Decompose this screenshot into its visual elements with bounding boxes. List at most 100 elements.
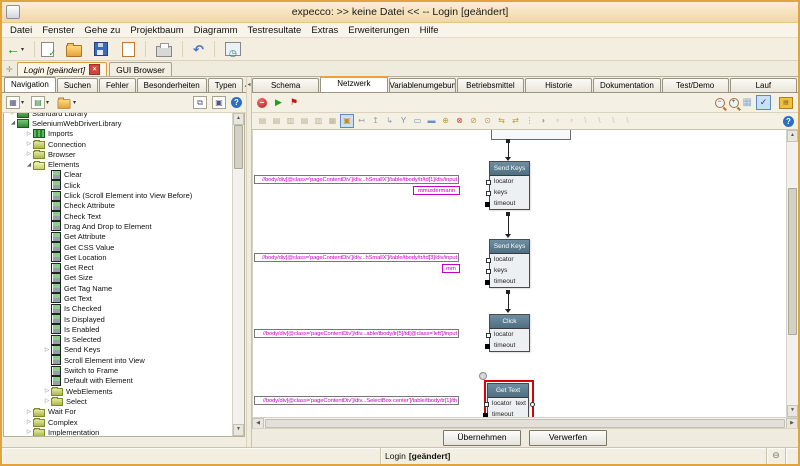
diagram-tool-icon[interactable]: ⊕	[439, 115, 452, 127]
expand-arrow-icon[interactable]: ◢	[9, 120, 17, 126]
tree-item[interactable]: Scroll Element into View	[4, 355, 233, 365]
pin-keys[interactable]: keys	[490, 265, 529, 276]
gear-dot-icon[interactable]	[479, 372, 487, 380]
tree-item[interactable]: ▷ WebElements	[4, 386, 233, 396]
diagram-tool-icon[interactable]: ⊙	[481, 115, 494, 127]
print-button[interactable]	[156, 42, 172, 57]
expand-arrow-icon[interactable]: ▷	[43, 398, 51, 404]
scroll-left-icon[interactable]: ◀	[252, 418, 264, 429]
right-panel-tab[interactable]: Historie	[525, 78, 592, 92]
tree-item[interactable]: Check Attribute	[4, 201, 233, 211]
tree-scrollbar[interactable]: ▲ ▼	[232, 113, 244, 436]
scrollbar-thumb[interactable]	[788, 188, 797, 335]
scroll-up-icon[interactable]: ▲	[233, 113, 244, 125]
expand-arrow-icon[interactable]: ▷	[25, 429, 33, 435]
right-panel-tab[interactable]: Lauf	[730, 78, 797, 92]
tree-item[interactable]: ▷ Select	[4, 396, 233, 406]
tree-item[interactable]: Is Selected	[4, 335, 233, 345]
diagram-tool-icon[interactable]: ▬	[425, 115, 438, 127]
panel-layout-icon[interactable]: ▣	[212, 96, 226, 109]
expand-arrow-icon[interactable]: ▷	[25, 141, 33, 147]
tree-item[interactable]: Is Displayed	[4, 314, 233, 324]
tree-item[interactable]: Click (Scroll Element into View Before)	[4, 190, 233, 200]
left-panel-tab[interactable]: Navigation	[4, 77, 56, 92]
menu-item[interactable]: Diagramm	[189, 25, 243, 36]
value-label-xpath[interactable]: //body/div[@class='pageContentDiv']/div.…	[254, 253, 459, 262]
title-bar[interactable]: expecco: >> keine Datei << -- Login [geä…	[2, 2, 798, 23]
expand-arrow-icon[interactable]: ▷	[43, 388, 51, 394]
expand-arrow-icon[interactable]: ◢	[25, 162, 33, 168]
snap-toggle[interactable]: ✓	[756, 95, 771, 110]
diagram-tool-icon[interactable]: ▣	[340, 114, 354, 128]
pin-locator[interactable]: locator	[490, 176, 529, 187]
right-panel-tab[interactable]: Netzwerk	[320, 76, 387, 92]
accept-document-button[interactable]: ✓	[41, 42, 54, 57]
left-panel-tab[interactable]: Typen	[208, 78, 244, 92]
scrollbar-thumb[interactable]	[265, 419, 785, 428]
expand-arrow-icon[interactable]: ▷	[43, 347, 51, 353]
tree-item[interactable]: Get Text	[4, 293, 233, 303]
help-icon[interactable]: ?	[231, 97, 242, 108]
right-panel-tab[interactable]: Variablenumgebung	[389, 78, 456, 92]
scroll-down-icon[interactable]: ▼	[787, 405, 798, 417]
pin-timeout[interactable]: timeout	[490, 198, 529, 209]
flag-icon[interactable]: ⚑	[290, 97, 298, 108]
note-icon[interactable]: ▤	[779, 97, 793, 109]
expand-arrow-icon[interactable]: ▷	[25, 131, 33, 137]
diagram-canvas[interactable]: Send Keys locator keys timeout //body/di…	[252, 130, 786, 417]
discard-button[interactable]: Verwerfen	[529, 430, 607, 446]
tab-gui-browser[interactable]: GUI Browser	[109, 62, 172, 76]
pin-locator[interactable]: locator	[490, 254, 529, 265]
tree-item[interactable]: Get Size	[4, 273, 233, 283]
canvas-vscrollbar[interactable]: ▲ ▼	[786, 130, 798, 417]
pin-timeout[interactable]: timeout	[490, 276, 529, 287]
back-button[interactable]: ← ▾	[6, 42, 24, 56]
menu-item[interactable]: Projektbaum	[125, 25, 188, 36]
expand-arrow-icon[interactable]: ▷	[25, 151, 33, 157]
zoom-out-icon[interactable]: −	[715, 98, 725, 108]
diagram-tool-icon[interactable]: ▦	[326, 115, 339, 127]
left-panel-tab[interactable]: Fehler	[99, 78, 136, 92]
menu-item[interactable]: Fenster	[37, 25, 79, 36]
list-view-dropdown[interactable]: ▤ ▾	[31, 96, 49, 109]
pin-locator[interactable]: locator	[490, 329, 529, 340]
tree-item[interactable]: ▷ Connection	[4, 139, 233, 149]
expand-arrow-icon[interactable]: ▷	[9, 113, 17, 116]
scrollbar-thumb[interactable]	[234, 125, 243, 169]
diagram-tool-icon[interactable]: ↤	[355, 115, 368, 127]
diagram-tool-icon[interactable]: \	[579, 115, 592, 127]
tree-item[interactable]: ▷ Imports	[4, 129, 233, 139]
tree-item[interactable]: Is Enabled	[4, 324, 233, 334]
dock-handle-icon[interactable]: ✛	[6, 65, 13, 74]
tab-login[interactable]: Login [geändert] ✕	[17, 62, 107, 76]
zoom-in-icon[interactable]: +	[729, 98, 739, 108]
block-get-text[interactable]: Get Text locator text timeout	[487, 383, 529, 417]
value-label-xpath[interactable]: //body/div[@class='pageContentDiv']/div.…	[254, 396, 459, 405]
block-click[interactable]: Click locator timeout	[489, 314, 530, 352]
tree-item[interactable]: Get Rect	[4, 262, 233, 272]
save-button[interactable]	[94, 42, 108, 56]
tree-item[interactable]: ▷ Implementation	[4, 427, 233, 437]
collapse-left-icon[interactable]: ◂	[247, 82, 250, 88]
pin-locator[interactable]: locator text	[488, 398, 528, 409]
history-button[interactable]: ◷	[225, 42, 241, 56]
value-label[interactable]: mm	[442, 264, 460, 273]
block-send-keys-2[interactable]: Send Keys locator keys timeout	[489, 239, 530, 288]
pin-keys[interactable]: keys	[490, 187, 529, 198]
tree-item[interactable]: Clear	[4, 170, 233, 180]
diagram-tool-icon[interactable]: ⋮	[523, 115, 536, 127]
menu-item[interactable]: Testresultate	[242, 25, 306, 36]
tree-item[interactable]: Drag And Drop to Element	[4, 221, 233, 231]
close-icon[interactable]: ✕	[89, 64, 100, 75]
menu-item[interactable]: Datei	[5, 25, 37, 36]
detach-panel-icon[interactable]: ⧉	[193, 96, 207, 109]
menu-item[interactable]: Gehe zu	[79, 25, 125, 36]
tree-item[interactable]: ◢ Elements	[4, 159, 233, 169]
left-panel-tab[interactable]: Suchen	[57, 78, 98, 92]
value-label[interactable]: mmustermann	[413, 186, 460, 195]
diagram-tool-icon[interactable]: ⊗	[453, 115, 466, 127]
tree-item[interactable]: ▷ Complex	[4, 417, 233, 427]
diagram-tool-icon[interactable]: ▭	[411, 115, 424, 127]
menu-item[interactable]: Erweiterungen	[343, 25, 414, 36]
value-label-xpath[interactable]: //body/div[@class='pageContentDiv']/div.…	[254, 329, 459, 338]
